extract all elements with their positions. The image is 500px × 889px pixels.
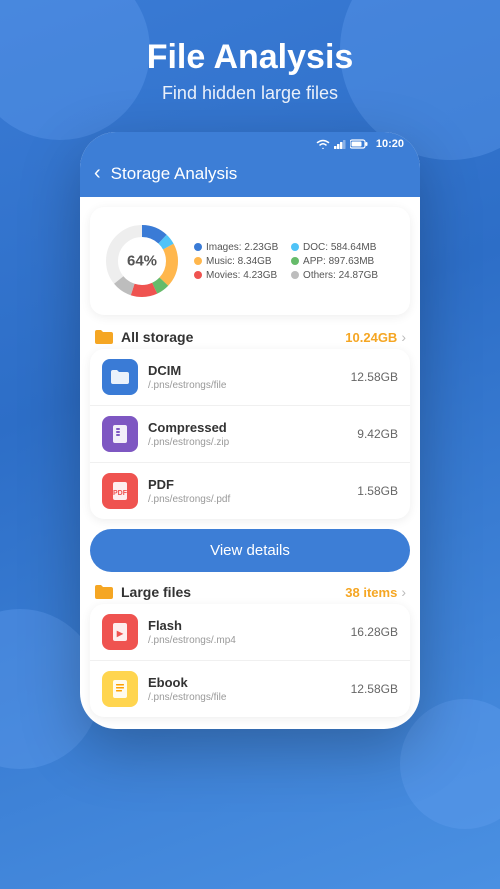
- battery-icon: [350, 139, 368, 149]
- file-item-dcim[interactable]: DCIM /.pns/estrongs/file 12.58GB: [90, 349, 410, 406]
- file-info-flash: Flash /.pns/estrongs/.mp4: [148, 618, 341, 646]
- folder-icon: [94, 329, 114, 345]
- donut-chart: 64%: [102, 221, 182, 301]
- wifi-icon: [316, 139, 330, 149]
- legend-others: Others: 24.87GB: [291, 270, 378, 281]
- file-path-compressed: /.pns/estrongs/.zip: [148, 437, 347, 448]
- legend-dot-doc: [291, 243, 299, 251]
- donut-percent: 64%: [127, 253, 157, 270]
- file-info-compressed: Compressed /.pns/estrongs/.zip: [148, 420, 347, 448]
- legend-doc: DOC: 584.64MB: [291, 242, 378, 253]
- legend-label-movies: Movies: 4.23GB: [206, 270, 277, 281]
- status-bar: 10:20: [80, 132, 420, 154]
- file-name-flash: Flash: [148, 618, 341, 633]
- storage-chart-card: 64% Images: 2.23GB DOC: 584.64MB Music: …: [90, 207, 410, 315]
- large-files-header[interactable]: Large files 38 items ›: [80, 580, 420, 604]
- legend-dot-others: [291, 271, 299, 279]
- file-size-pdf: 1.58GB: [357, 484, 398, 498]
- legend-dot-movies: [194, 271, 202, 279]
- file-info-pdf: PDF /.pns/estrongs/.pdf: [148, 477, 347, 505]
- large-folder-icon: [94, 584, 114, 600]
- nav-title: Storage Analysis: [111, 164, 238, 184]
- file-item-compressed[interactable]: Compressed /.pns/estrongs/.zip 9.42GB: [90, 406, 410, 463]
- nav-bar: ‹ Storage Analysis: [80, 154, 420, 197]
- legend-label-others: Others: 24.87GB: [303, 270, 378, 281]
- all-storage-header[interactable]: All storage 10.24GB ›: [80, 323, 420, 349]
- file-icon-flash: ▶: [102, 614, 138, 650]
- back-button[interactable]: ‹: [94, 162, 101, 185]
- file-size-dcim: 12.58GB: [351, 370, 398, 384]
- legend-label-app: APP: 897.63MB: [303, 256, 374, 267]
- large-files-list: ▶ Flash /.pns/estrongs/.mp4 16.28GB Eboo…: [90, 604, 410, 717]
- all-storage-size: 10.24GB: [345, 330, 397, 345]
- signal-icon: [334, 139, 346, 149]
- file-name-pdf: PDF: [148, 477, 347, 492]
- file-icon-pdf: PDF: [102, 473, 138, 509]
- file-item-flash[interactable]: ▶ Flash /.pns/estrongs/.mp4 16.28GB: [90, 604, 410, 661]
- large-files-badge: 38 items: [345, 585, 397, 600]
- file-item-ebook[interactable]: Ebook /.pns/estrongs/file 12.58GB: [90, 661, 410, 717]
- file-name-dcim: DCIM: [148, 363, 341, 378]
- file-info-dcim: DCIM /.pns/estrongs/file: [148, 363, 341, 391]
- file-path-flash: /.pns/estrongs/.mp4: [148, 635, 341, 646]
- file-info-ebook: Ebook /.pns/estrongs/file: [148, 675, 341, 703]
- legend-movies: Movies: 4.23GB: [194, 270, 281, 281]
- large-files-title-wrap: Large files: [94, 584, 191, 600]
- file-path-ebook: /.pns/estrongs/file: [148, 692, 341, 703]
- all-storage-arrow: ›: [401, 329, 406, 345]
- large-files-arrow: ›: [401, 584, 406, 600]
- chart-legend: Images: 2.23GB DOC: 584.64MB Music: 8.34…: [194, 242, 378, 281]
- page-subtitle: Find hidden large files: [20, 83, 480, 104]
- legend-music: Music: 8.34GB: [194, 256, 281, 267]
- file-size-flash: 16.28GB: [351, 625, 398, 639]
- file-icon-compressed: [102, 416, 138, 452]
- legend-label-images: Images: 2.23GB: [206, 242, 278, 253]
- file-path-dcim: /.pns/estrongs/file: [148, 380, 341, 391]
- view-details-button[interactable]: View details: [90, 529, 410, 572]
- large-files-title: Large files: [121, 584, 191, 600]
- file-item-pdf[interactable]: PDF PDF /.pns/estrongs/.pdf 1.58GB: [90, 463, 410, 519]
- file-name-compressed: Compressed: [148, 420, 347, 435]
- legend-dot-app: [291, 257, 299, 265]
- file-path-pdf: /.pns/estrongs/.pdf: [148, 494, 347, 505]
- all-storage-file-list: DCIM /.pns/estrongs/file 12.58GB Compres…: [90, 349, 410, 519]
- file-size-compressed: 9.42GB: [357, 427, 398, 441]
- legend-dot-images: [194, 243, 202, 251]
- svg-text:PDF: PDF: [113, 490, 128, 497]
- page-header: File Analysis Find hidden large files: [0, 0, 500, 114]
- bg-decoration-4: [400, 699, 500, 829]
- legend-images: Images: 2.23GB: [194, 242, 281, 253]
- file-name-ebook: Ebook: [148, 675, 341, 690]
- chart-section: 64% Images: 2.23GB DOC: 584.64MB Music: …: [102, 221, 398, 301]
- phone-mockup: 10:20 ‹ Storage Analysis: [80, 132, 420, 729]
- file-size-ebook: 12.58GB: [351, 682, 398, 696]
- status-icons: 10:20: [316, 138, 404, 150]
- all-storage-title-wrap: All storage: [94, 329, 193, 345]
- file-icon-ebook: [102, 671, 138, 707]
- all-storage-title: All storage: [121, 329, 193, 345]
- svg-text:▶: ▶: [116, 629, 124, 638]
- file-icon-dcim: [102, 359, 138, 395]
- page-title: File Analysis: [20, 38, 480, 77]
- legend-app: APP: 897.63MB: [291, 256, 378, 267]
- legend-dot-music: [194, 257, 202, 265]
- status-time: 10:20: [376, 138, 404, 150]
- legend-label-doc: DOC: 584.64MB: [303, 242, 376, 253]
- legend-label-music: Music: 8.34GB: [206, 256, 272, 267]
